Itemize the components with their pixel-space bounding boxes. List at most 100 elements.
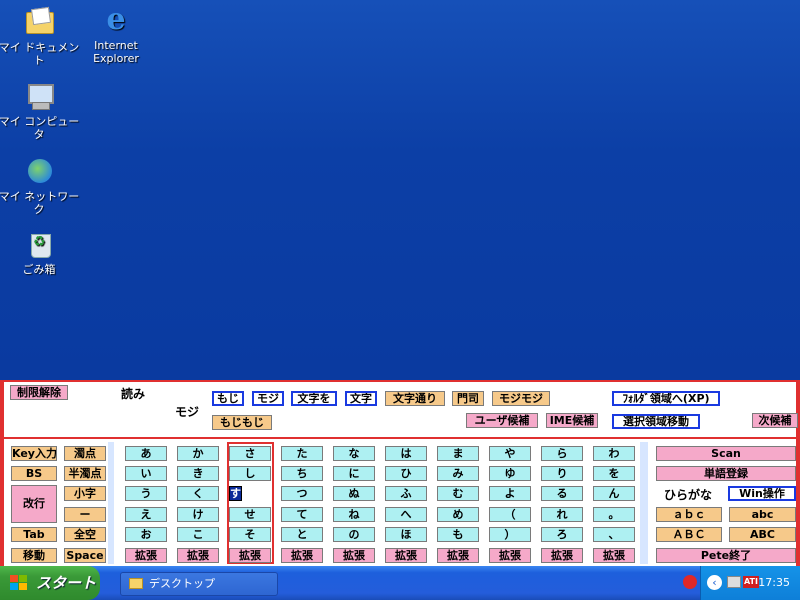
- kana-key[interactable]: 。: [593, 507, 635, 522]
- candidate-7[interactable]: モジモジ: [492, 391, 550, 406]
- extend-key[interactable]: 拡張: [281, 548, 323, 563]
- kana-key[interactable]: は: [385, 446, 427, 461]
- my-network-icon[interactable]: マイ ネットワーク: [0, 155, 84, 216]
- scan-button[interactable]: Scan: [656, 446, 796, 461]
- kana-key[interactable]: ろ: [541, 527, 583, 542]
- kana-key[interactable]: か: [177, 446, 219, 461]
- kana-key[interactable]: よ: [489, 486, 531, 501]
- kana-key[interactable]: （: [489, 507, 531, 522]
- word-register-button[interactable]: 単語登録: [656, 466, 796, 481]
- kana-key[interactable]: ら: [541, 446, 583, 461]
- kana-key[interactable]: 、: [593, 527, 635, 542]
- kana-key[interactable]: て: [281, 507, 323, 522]
- release-limit-button[interactable]: 制限解除: [10, 385, 68, 400]
- pete-exit-button[interactable]: Pete終了: [656, 548, 796, 563]
- kana-key[interactable]: ほ: [385, 527, 427, 542]
- small-char-button[interactable]: 小字: [64, 486, 106, 501]
- kana-key[interactable]: る: [541, 486, 583, 501]
- folder-area-button[interactable]: ﾌｫﾙﾀﾞ領域へ(XP): [612, 391, 720, 406]
- kana-key[interactable]: お: [125, 527, 167, 542]
- ime-candidates-button[interactable]: IME候補: [546, 413, 598, 428]
- kana-key[interactable]: ひ: [385, 466, 427, 481]
- kana-key[interactable]: に: [333, 466, 375, 481]
- extend-key[interactable]: 拡張: [541, 548, 583, 563]
- kana-key[interactable]: ぬ: [333, 486, 375, 501]
- kana-key[interactable]: つ: [281, 486, 323, 501]
- win-operation-button[interactable]: Win操作: [728, 486, 796, 501]
- fullwidth-space-button[interactable]: 全空: [64, 527, 106, 542]
- backspace-button[interactable]: BS: [11, 466, 57, 481]
- dakuten-button[interactable]: 濁点: [64, 446, 106, 461]
- chevron-left-icon[interactable]: ‹: [707, 575, 722, 590]
- kana-key[interactable]: え: [125, 507, 167, 522]
- candidate-6[interactable]: 門司: [452, 391, 484, 406]
- newline-button[interactable]: 改行: [11, 485, 57, 523]
- kana-key[interactable]: み: [437, 466, 479, 481]
- network-icon[interactable]: [727, 576, 741, 588]
- tray-app-icon[interactable]: [683, 575, 697, 589]
- extend-key[interactable]: 拡張: [437, 548, 479, 563]
- user-candidates-button[interactable]: ユーザ候補: [466, 413, 538, 428]
- kana-key[interactable]: ち: [281, 466, 323, 481]
- kana-key[interactable]: り: [541, 466, 583, 481]
- upper-abc-button[interactable]: ABC: [729, 527, 796, 542]
- kana-key[interactable]: ）: [489, 527, 531, 542]
- kana-key[interactable]: す: [229, 486, 242, 501]
- candidate-1[interactable]: もじ: [212, 391, 244, 406]
- next-candidates-button[interactable]: 次候補: [752, 413, 798, 428]
- kana-key[interactable]: と: [281, 527, 323, 542]
- kana-key[interactable]: そ: [229, 527, 271, 542]
- ati-icon[interactable]: ATI: [743, 576, 759, 588]
- extend-key[interactable]: 拡張: [177, 548, 219, 563]
- candidate-8[interactable]: もじもじ: [212, 415, 272, 430]
- candidate-5[interactable]: 文字通り: [385, 391, 445, 406]
- kana-key[interactable]: き: [177, 466, 219, 481]
- kana-key[interactable]: ん: [593, 486, 635, 501]
- kana-key[interactable]: せ: [229, 507, 271, 522]
- kana-key[interactable]: を: [593, 466, 635, 481]
- kana-key[interactable]: し: [229, 466, 271, 481]
- kana-key[interactable]: ゆ: [489, 466, 531, 481]
- kana-key[interactable]: い: [125, 466, 167, 481]
- kana-key[interactable]: あ: [125, 446, 167, 461]
- extend-key[interactable]: 拡張: [489, 548, 531, 563]
- lower-abc-button[interactable]: abc: [729, 507, 796, 522]
- extend-key[interactable]: 拡張: [229, 548, 271, 563]
- move-button[interactable]: 移動: [11, 548, 57, 563]
- kana-key[interactable]: わ: [593, 446, 635, 461]
- kana-key[interactable]: く: [177, 486, 219, 501]
- candidate-4[interactable]: 文字: [345, 391, 377, 406]
- my-computer-icon[interactable]: マイ コンピュータ: [0, 80, 84, 141]
- tab-button[interactable]: Tab: [11, 527, 57, 542]
- kana-key[interactable]: む: [437, 486, 479, 501]
- candidate-3[interactable]: 文字を: [291, 391, 337, 406]
- start-button[interactable]: スタート: [0, 566, 100, 600]
- key-input-button[interactable]: Key入力: [11, 446, 57, 461]
- extend-key[interactable]: 拡張: [385, 548, 427, 563]
- halfwidth-lower-abc-button[interactable]: ａｂｃ: [656, 507, 722, 522]
- recycle-bin-icon[interactable]: ごみ箱: [0, 228, 84, 276]
- kana-key[interactable]: た: [281, 446, 323, 461]
- kana-key[interactable]: う: [125, 486, 167, 501]
- kana-key[interactable]: ね: [333, 507, 375, 522]
- candidate-2[interactable]: モジ: [252, 391, 284, 406]
- kana-key[interactable]: へ: [385, 507, 427, 522]
- kana-key[interactable]: め: [437, 507, 479, 522]
- kana-key[interactable]: も: [437, 527, 479, 542]
- extend-key[interactable]: 拡張: [593, 548, 635, 563]
- kana-key[interactable]: さ: [229, 446, 271, 461]
- space-button[interactable]: Space: [64, 548, 106, 563]
- long-dash-button[interactable]: ー: [64, 507, 106, 522]
- handakuten-button[interactable]: 半濁点: [64, 466, 106, 481]
- select-area-move-button[interactable]: 選択領域移動: [612, 414, 700, 429]
- kana-key[interactable]: れ: [541, 507, 583, 522]
- kana-key[interactable]: な: [333, 446, 375, 461]
- fullwidth-upper-abc-button[interactable]: ＡＢＣ: [656, 527, 722, 542]
- extend-key[interactable]: 拡張: [125, 548, 167, 563]
- internet-explorer-icon[interactable]: e Internet Explorer: [71, 4, 161, 66]
- extend-key[interactable]: 拡張: [333, 548, 375, 563]
- kana-key[interactable]: け: [177, 507, 219, 522]
- kana-key[interactable]: こ: [177, 527, 219, 542]
- kana-key[interactable]: や: [489, 446, 531, 461]
- taskbar-desktop-button[interactable]: デスクトップ: [120, 572, 278, 596]
